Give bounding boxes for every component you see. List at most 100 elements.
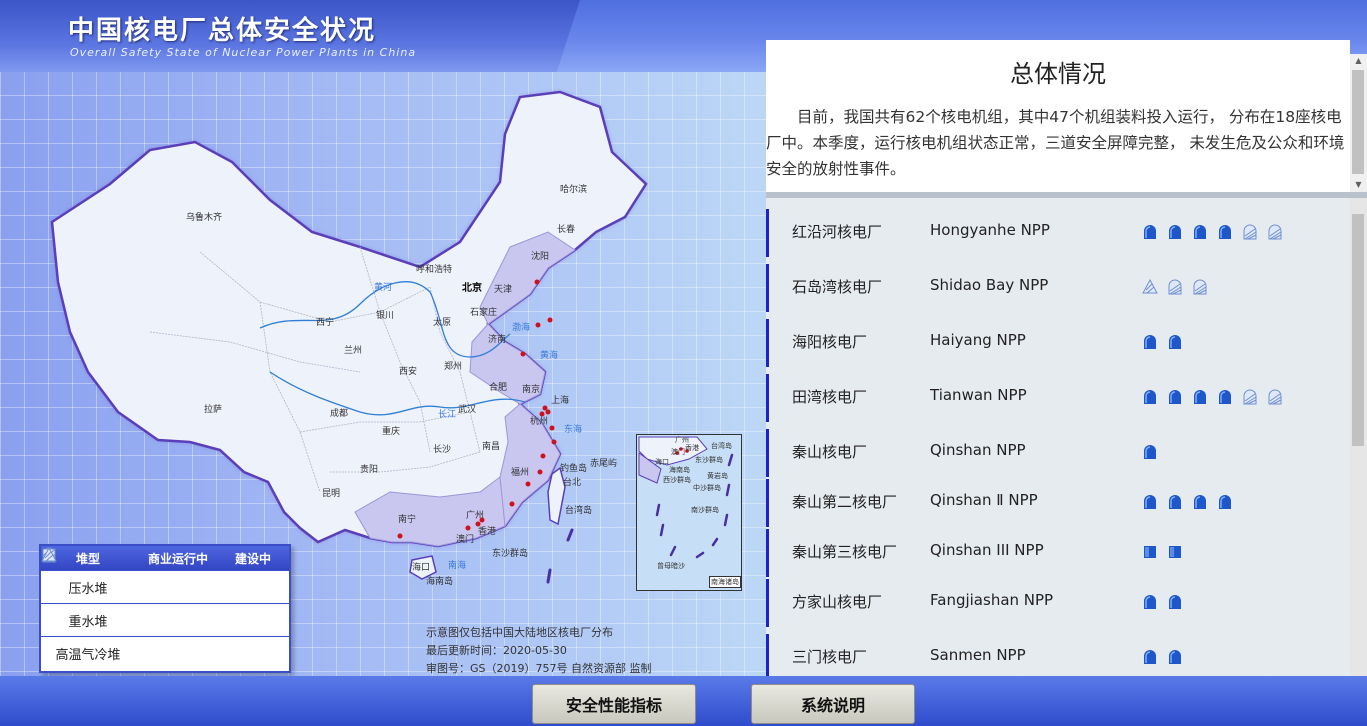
row-accent-bar <box>766 429 769 477</box>
pwr-dome-icon <box>1144 650 1156 664</box>
island-label: 钓鱼岛 <box>560 464 588 474</box>
summary-scroll-thumb[interactable] <box>1352 70 1364 174</box>
npp-name-cn: 秦山第三核电厂 <box>792 543 898 561</box>
row-accent-bar <box>766 579 769 627</box>
row-accent-bar <box>766 479 769 527</box>
city-label: 合肥 <box>489 383 508 393</box>
city-label: 海口 <box>412 563 431 573</box>
scroll-up-icon[interactable]: ▲ <box>1350 54 1367 68</box>
npp-name-en: Tianwan NPP <box>930 386 1027 404</box>
footer-bar: 安全性能指标 系统说明 <box>0 676 1367 726</box>
inset-label: 南沙群岛 <box>691 506 719 514</box>
city-label: 拉萨 <box>204 405 223 415</box>
china-npp-map: 哈尔滨 长春 乌鲁木齐 沈阳 呼和浩特 北京 天津 石家庄 银川 太原 西宁 兰… <box>0 72 766 676</box>
pwr-dome-icon <box>1169 650 1181 664</box>
city-label: 银川 <box>376 311 395 321</box>
inset-label: 香港 <box>685 444 699 452</box>
river-label: 长江 <box>438 410 457 420</box>
city-label: 哈尔滨 <box>560 185 588 195</box>
npp-row[interactable]: 秦山核电厂 Qinshan NPP <box>766 427 1350 479</box>
city-label: 上海 <box>551 396 570 406</box>
city-label: 郑州 <box>444 362 463 372</box>
pwr-dome-icon <box>1169 595 1181 609</box>
scroll-down-icon[interactable]: ▼ <box>1350 178 1367 192</box>
inset-label: 曾母暗沙 <box>657 562 685 570</box>
reactor-type-legend: 堆型 商业运行中 建设中 压水堆 重水堆 高温气冷堆 <box>39 544 291 673</box>
npp-name-cn: 秦山核电厂 <box>792 443 868 461</box>
system-description-button[interactable]: 系统说明 <box>751 684 915 724</box>
city-label: 西安 <box>399 367 418 377</box>
list-scrollbar[interactable] <box>1350 198 1367 676</box>
pwr-dome-icon <box>1169 335 1181 349</box>
river-label: 黄河 <box>374 283 393 293</box>
pwr-dome-icon <box>1144 335 1156 349</box>
row-accent-bar <box>766 529 769 577</box>
npp-row[interactable]: 海阳核电厂 Haiyang NPP <box>766 317 1350 369</box>
npp-unit-icons <box>1142 333 1183 350</box>
row-accent-bar <box>766 264 769 312</box>
pwr-dome-icon <box>1219 495 1231 509</box>
npp-unit-icons <box>1142 493 1233 510</box>
inset-label: 海南岛 <box>669 466 690 474</box>
sea-label: 黄海 <box>540 351 559 361</box>
npp-unit-icons <box>1142 223 1283 240</box>
city-label: 台北 <box>563 478 582 488</box>
npp-row[interactable]: 秦山第三核电厂 Qinshan III NPP <box>766 527 1350 579</box>
npp-row[interactable]: 石岛湾核电厂 Shidao Bay NPP <box>766 262 1350 314</box>
legend-type-label: 压水堆 <box>68 581 108 597</box>
pwr-dome-icon <box>1194 495 1206 509</box>
list-scroll-thumb[interactable] <box>1352 214 1364 446</box>
npp-row[interactable]: 方家山核电厂 Fangjiashan NPP <box>766 577 1350 629</box>
htgr-triangle-hatched-icon <box>41 546 57 562</box>
npp-row[interactable]: 秦山第二核电厂 Qinshan Ⅱ NPP <box>766 477 1350 529</box>
npp-unit-icons <box>1142 278 1208 295</box>
npp-list: 红沿河核电厂 Hongyanhe NPP 石岛湾核电厂 Shidao Bay NPP 海… <box>766 198 1350 676</box>
npp-name-en: Sanmen NPP <box>930 646 1026 664</box>
pwr-dome-icon <box>1144 225 1156 239</box>
summary-scrollbar[interactable]: ▲ ▼ <box>1350 54 1367 192</box>
legend-type-label: 重水堆 <box>68 614 108 630</box>
row-accent-bar <box>766 319 769 367</box>
npp-unit-icons <box>1142 543 1183 560</box>
city-label: 天津 <box>494 285 513 295</box>
map-notes: 示意图仅包括中国大陆地区核电厂分布 最后更新时间：2020-05-30 审图号：… <box>426 624 652 676</box>
sea-label: 渤海 <box>512 323 531 333</box>
city-label-capital: 北京 <box>462 283 482 294</box>
city-label: 呼和浩特 <box>416 265 453 275</box>
city-label: 昆明 <box>322 489 341 499</box>
npp-row[interactable]: 田湾核电厂 Tianwan NPP <box>766 372 1350 424</box>
city-label: 西宁 <box>316 318 335 328</box>
npp-name-cn: 海阳核电厂 <box>792 333 868 351</box>
city-label: 太原 <box>433 318 452 328</box>
npp-row[interactable]: 三门核电厂 Sanmen NPP <box>766 632 1350 676</box>
legend-row-htgr: 高温气冷堆 <box>41 546 289 669</box>
inset-map <box>638 436 734 559</box>
map-approval-number: 审图号：GS（2019）757号 自然资源部 监制 <box>426 662 652 675</box>
pwr-dome-icon <box>1144 390 1156 404</box>
inset-label: 东沙群岛 <box>695 456 723 464</box>
city-label: 成都 <box>330 409 349 419</box>
npp-name-en: Qinshan NPP <box>930 441 1026 459</box>
pwr-dome-icon <box>1169 225 1181 239</box>
legend-row-phwr: 重水堆 <box>41 548 289 636</box>
city-label: 南京 <box>522 385 541 395</box>
pwr-dome-icon <box>1144 495 1156 509</box>
npp-name-en: Shidao Bay NPP <box>930 276 1049 294</box>
map-scope-note: 示意图仅包括中国大陆地区核电厂分布 <box>426 626 613 639</box>
inset-label: 中沙群岛 <box>693 484 721 492</box>
npp-unit-icons <box>1142 388 1283 405</box>
npp-name-en: Hongyanhe NPP <box>930 221 1050 239</box>
npp-name-en: Qinshan Ⅱ NPP <box>930 491 1038 509</box>
city-label: 杭州 <box>530 417 549 427</box>
city-label: 贵阳 <box>360 465 379 475</box>
pwr-dome-icon <box>1219 225 1231 239</box>
sea-label: 南海 <box>448 561 467 571</box>
pwr-dome-hatched-icon <box>1168 279 1182 295</box>
pwr-dome-icon <box>1219 390 1231 404</box>
legend-type-label: 高温气冷堆 <box>55 647 121 663</box>
city-label: 长春 <box>557 225 576 235</box>
npp-row[interactable]: 红沿河核电厂 Hongyanhe NPP <box>766 207 1350 259</box>
npp-unit-icons <box>1142 648 1183 665</box>
legend-header-operating: 商业运行中 <box>147 551 208 566</box>
safety-indicators-button[interactable]: 安全性能指标 <box>532 684 696 724</box>
